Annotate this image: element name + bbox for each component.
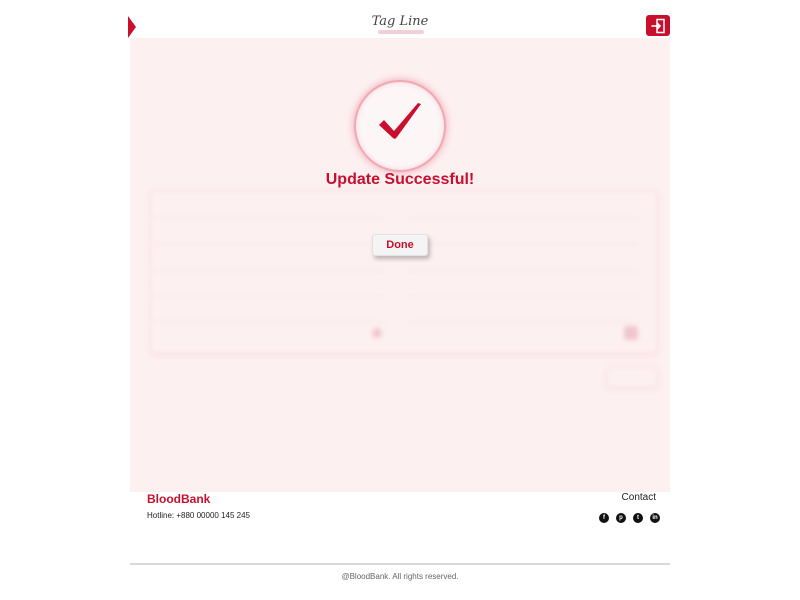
contact-link[interactable]: Contact	[622, 492, 656, 503]
checkmark-icon	[379, 103, 421, 139]
twitter-icon[interactable]: t	[633, 513, 643, 523]
facebook-icon[interactable]: f	[599, 513, 609, 523]
page: Tag Line Update Successful! Done BloodBa…	[0, 0, 800, 600]
done-button[interactable]: Done	[372, 234, 428, 256]
linkedin-icon[interactable]: in	[650, 513, 660, 523]
blood-drop-logo-icon[interactable]	[128, 16, 136, 38]
logout-icon	[651, 18, 665, 33]
social-links: f p t in	[599, 513, 660, 523]
success-badge	[354, 80, 446, 172]
footer: BloodBank Hotline: +880 00000 145 245 Co…	[130, 492, 670, 600]
app-container: Tag Line Update Successful! Done BloodBa…	[128, 0, 670, 600]
tagline: Tag Line	[371, 14, 429, 29]
footer-brand[interactable]: BloodBank	[147, 492, 210, 506]
modal-title: Update Successful!	[325, 171, 475, 188]
success-modal: Update Successful! Done	[130, 38, 670, 492]
pinterest-icon[interactable]: p	[616, 513, 626, 523]
header: Tag Line	[128, 0, 670, 38]
copyright-text: @BloodBank. All rights reserved.	[341, 572, 459, 581]
hotline-text: Hotline: +880 00000 145 245	[147, 511, 250, 520]
logout-button[interactable]	[646, 15, 670, 36]
footer-divider	[130, 563, 670, 565]
tagline-underline	[378, 30, 424, 34]
